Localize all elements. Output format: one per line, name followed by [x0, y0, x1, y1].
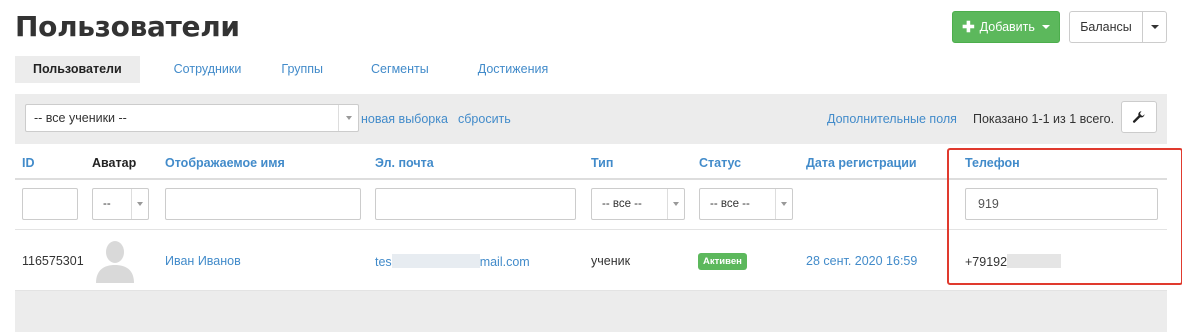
balances-button[interactable]: Балансы — [1069, 11, 1142, 43]
wrench-icon — [1132, 111, 1145, 123]
avatar-filter-select[interactable]: -- — [92, 188, 149, 220]
balances-button-label: Балансы — [1080, 20, 1132, 34]
filter-bar: -- все ученики -- новая выборка сбросить… — [15, 94, 1167, 144]
row-name-link[interactable]: Иван Иванов — [165, 254, 241, 268]
reset-link[interactable]: сбросить — [458, 94, 511, 144]
page-title: Пользователи — [15, 10, 240, 43]
column-header-id[interactable]: ID — [22, 156, 35, 170]
tab-users[interactable]: Пользователи — [15, 56, 140, 83]
column-header-registered[interactable]: Дата регистрации — [806, 156, 917, 170]
row-email-end: mail.com — [479, 255, 530, 269]
column-header-name[interactable]: Отображаемое имя — [165, 156, 285, 170]
tab-achievements[interactable]: Достижения — [478, 56, 548, 83]
extra-fields-link[interactable]: Дополнительные поля — [827, 94, 957, 144]
chevron-down-icon — [1041, 25, 1050, 29]
plus-icon: ✚ — [962, 18, 975, 36]
type-filter-select[interactable]: -- все -- — [591, 188, 685, 220]
shown-count: Показано 1-1 из 1 всего. — [973, 112, 1115, 126]
row-registered: 28 сент. 2020 16:59 — [806, 254, 918, 268]
row-type: ученик — [591, 254, 631, 268]
status-filter-select[interactable]: -- все -- — [699, 188, 793, 220]
tab-groups[interactable]: Группы — [281, 56, 323, 83]
add-button-label: Добавить — [979, 20, 1035, 34]
new-selection-link[interactable]: новая выборка — [361, 94, 448, 144]
status-filter-value: -- все -- — [710, 198, 750, 210]
balances-dropdown-toggle[interactable] — [1142, 11, 1167, 43]
tab-employees[interactable]: Сотрудники — [174, 56, 242, 83]
settings-button[interactable] — [1121, 101, 1157, 133]
chevron-down-icon — [131, 189, 148, 219]
column-header-type[interactable]: Тип — [591, 156, 613, 170]
chevron-down-icon — [338, 105, 358, 131]
row-email-link[interactable]: tes mail.com — [375, 254, 530, 269]
type-filter-value: -- все -- — [602, 198, 642, 210]
phone-column-highlight — [947, 148, 1182, 285]
chevron-down-icon — [1150, 25, 1159, 29]
tab-segments[interactable]: Сегменты — [371, 56, 429, 83]
table-footer — [15, 291, 1167, 332]
selection-select-value: -- все ученики -- — [34, 111, 127, 125]
email-filter-input[interactable] — [375, 188, 576, 220]
column-header-status[interactable]: Статус — [699, 156, 741, 170]
tab-bar: Пользователи Сотрудники Группы Сегменты … — [15, 56, 548, 83]
id-filter-input[interactable] — [22, 188, 78, 220]
add-button[interactable]: ✚ Добавить — [952, 11, 1060, 43]
chevron-down-icon — [667, 189, 684, 219]
status-badge: Активен — [698, 253, 747, 270]
redaction-blur — [391, 254, 480, 268]
column-header-email[interactable]: Эл. почта — [375, 156, 434, 170]
selection-select[interactable]: -- все ученики -- — [25, 104, 359, 132]
row-email-start: tes — [375, 255, 392, 269]
chevron-down-icon — [775, 189, 792, 219]
avatar-filter-value: -- — [103, 198, 111, 210]
column-header-avatar: Аватар — [92, 156, 137, 170]
name-filter-input[interactable] — [165, 188, 361, 220]
avatar — [92, 237, 138, 283]
row-id: 116575301 — [22, 254, 84, 268]
